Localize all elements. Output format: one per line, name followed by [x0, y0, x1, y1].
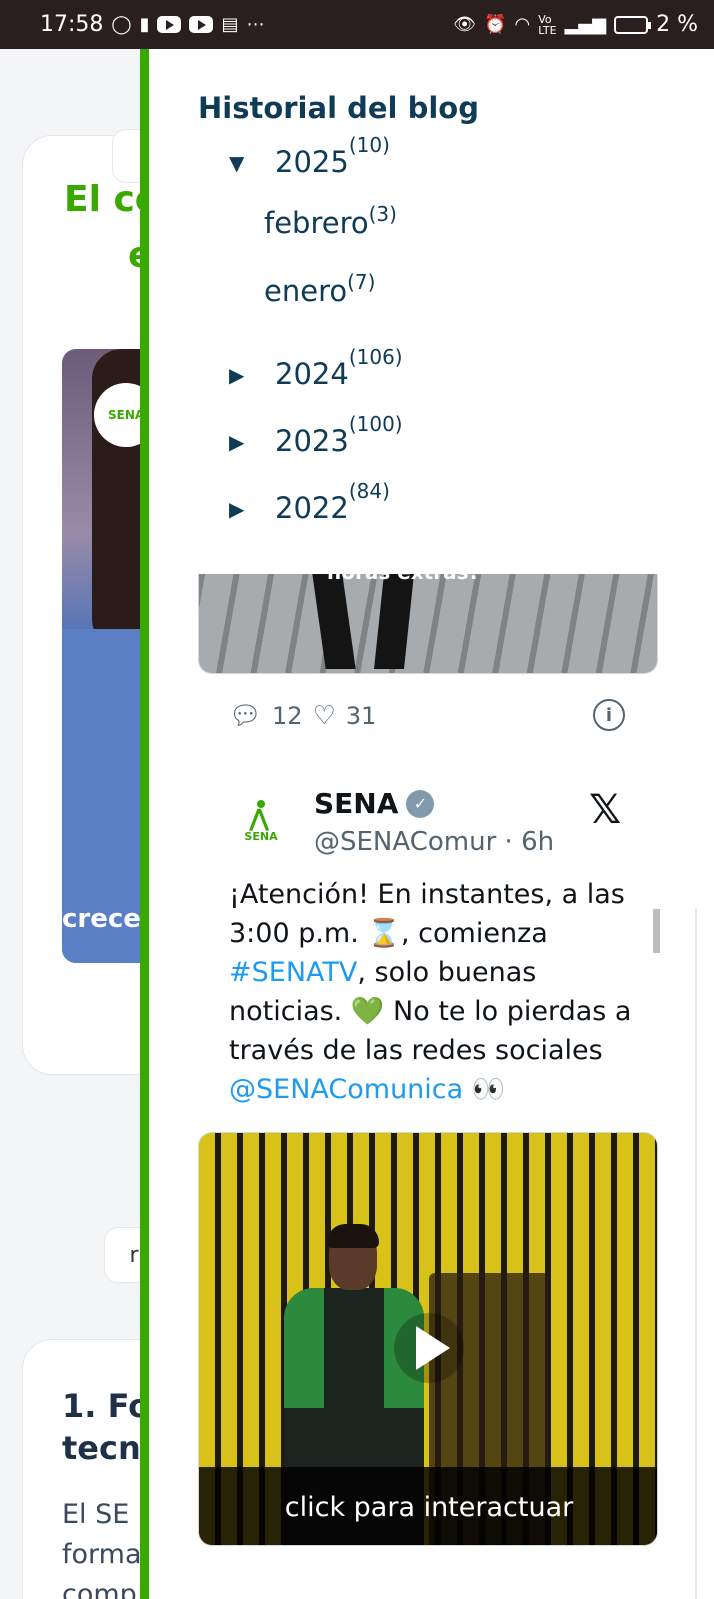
- archive-year-count: (84): [348, 479, 390, 503]
- volte-icon: Vo LTE: [538, 12, 557, 37]
- alarm-icon: ⏰: [484, 13, 507, 35]
- tweet-image[interactable]: horas extras?: [198, 574, 658, 674]
- clock: 17:58: [40, 12, 104, 37]
- tweet-handle: @SENAComur: [314, 827, 497, 857]
- verified-badge-icon: ✓: [406, 789, 435, 818]
- archive-month-count: (3): [368, 202, 397, 226]
- side-drawer[interactable]: Historial del blog ▼ 2025 (10) febrero(3…: [140, 49, 714, 1599]
- archive-year-label: 2023: [275, 424, 349, 458]
- archive-year-label: 2025: [275, 145, 349, 179]
- status-bar: 17:58 ◯ ▮ ▤ ⋯ 👁 ⏰ ◠ Vo LTE ▂▄▆ 2 %: [0, 0, 714, 49]
- tweet-author-name: SENA: [314, 787, 399, 820]
- eye-icon: 👁: [453, 13, 477, 35]
- person-legs: [309, 574, 419, 673]
- archive-year-2024[interactable]: ▶ 2024 (106): [229, 345, 403, 393]
- more-notifications-icon: ⋯: [246, 13, 265, 35]
- archive-month-label: febrero: [264, 206, 369, 240]
- archive-year-2025[interactable]: ▼ 2025 (10): [229, 133, 390, 181]
- x-logo-icon[interactable]: 𝕏: [589, 787, 621, 833]
- archive-year-label: 2022: [275, 491, 349, 525]
- expand-triangle-icon[interactable]: ▶: [229, 491, 255, 527]
- scrollbar-track[interactable]: [695, 909, 697, 1599]
- archive-year-count: (100): [348, 412, 403, 436]
- archive-month-label: enero: [264, 274, 348, 308]
- article-body: El SE forma comp: [62, 1495, 142, 1599]
- heart-icon[interactable]: ♡: [313, 701, 336, 731]
- mention-link[interactable]: @SENAComunica: [229, 1074, 463, 1105]
- youtube-icon: [157, 16, 182, 33]
- archive-year-2022[interactable]: ▶ 2022 (84): [229, 479, 390, 527]
- blog-archive-title: Historial del blog: [198, 91, 479, 125]
- scrollbar-thumb[interactable]: [653, 909, 660, 953]
- video-caption: crece: [62, 904, 141, 934]
- archive-year-count: (10): [348, 133, 390, 157]
- sena-logo-mark: [241, 799, 281, 832]
- reply-count: 12: [272, 702, 303, 730]
- expand-triangle-icon[interactable]: ▶: [229, 424, 255, 460]
- tweet-time: · 6h: [504, 827, 555, 857]
- battery-level: 2 %: [656, 12, 698, 37]
- app-icon: ▤: [221, 13, 239, 35]
- wifi-icon: ◠: [514, 13, 531, 35]
- post-video-thumbnail[interactable]: SENA: [62, 349, 152, 963]
- battery-icon: [614, 15, 652, 34]
- archive-year-count: (106): [348, 345, 403, 369]
- tweet-actions: 💬︎ 12 ♡ 31: [229, 701, 629, 731]
- tweet-text-part1: ¡Atención! En instantes, a las 3:00 p.m.…: [229, 879, 625, 949]
- info-icon[interactable]: i: [593, 699, 625, 731]
- expand-triangle-icon[interactable]: ▶: [229, 357, 255, 393]
- video-overlay-label[interactable]: click para interactuar: [199, 1467, 657, 1545]
- youtube-icon-2: [189, 16, 214, 33]
- signal-icon: ▂▄▆: [564, 13, 607, 35]
- whatsapp-icon: ◯: [111, 13, 132, 35]
- archive-month-count: (7): [347, 270, 376, 294]
- archive-year-label: 2024: [275, 357, 349, 391]
- tweet-image-caption: horas extras?: [327, 574, 480, 584]
- archive-month-febrero[interactable]: febrero(3): [264, 202, 397, 240]
- article-heading[interactable]: 1. Fo tecn: [62, 1385, 150, 1469]
- article-body-line1: El SE: [62, 1499, 130, 1530]
- like-count: 31: [345, 702, 377, 730]
- archive-year-2023[interactable]: ▶ 2023 (100): [229, 412, 403, 460]
- archive-month-enero[interactable]: enero(7): [264, 270, 375, 308]
- tweet-handle-line[interactable]: @SENAComur · 6h: [314, 827, 554, 857]
- article-body-line3: comp: [62, 1579, 137, 1599]
- tweet-text: ¡Atención! En instantes, a las 3:00 p.m.…: [229, 875, 649, 1109]
- article-heading-line2: tecn: [62, 1429, 141, 1467]
- collapse-triangle-icon[interactable]: ▼: [229, 145, 255, 181]
- tweet-author[interactable]: SENA ✓: [314, 787, 435, 820]
- article-heading-line1: 1. Fo: [62, 1387, 151, 1425]
- sena-avatar[interactable]: SENA: [229, 789, 293, 853]
- article-body-line2: forma: [62, 1539, 142, 1570]
- play-icon[interactable]: [394, 1313, 464, 1383]
- reply-icon[interactable]: 💬︎: [229, 701, 262, 731]
- alert-icon: ▮: [139, 13, 150, 35]
- tweet-text-part3: 👀: [463, 1074, 506, 1105]
- tweet-video[interactable]: click para interactuar: [198, 1132, 658, 1546]
- hashtag-link[interactable]: #SENATV: [229, 957, 357, 988]
